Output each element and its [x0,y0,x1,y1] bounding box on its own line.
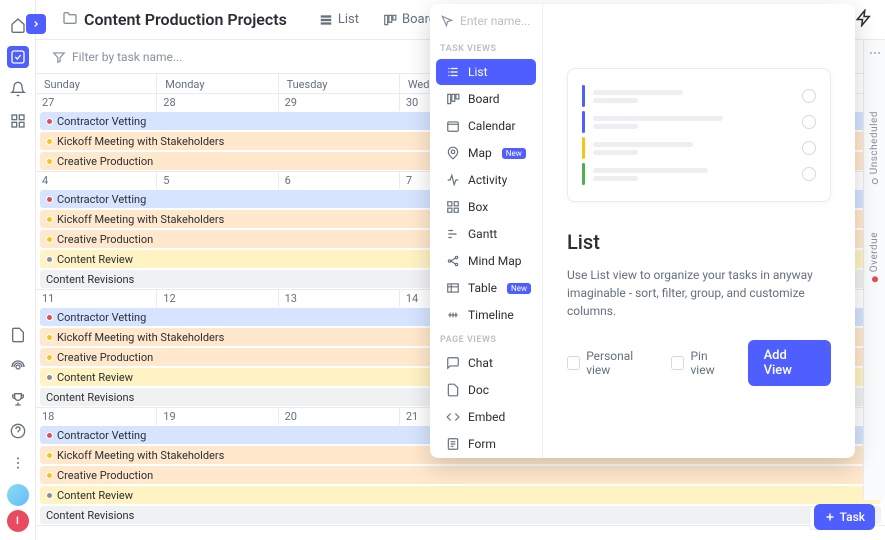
new-task-button[interactable]: Task [814,504,875,530]
view-detail-desc: Use List view to organize your tasks in … [567,266,831,320]
view-option-calendar[interactable]: Calendar [436,113,536,139]
status-dot [46,354,53,361]
status-dot [46,452,53,459]
view-option-mind-map[interactable]: Mind Map [436,248,536,274]
help-icon[interactable] [7,420,29,442]
view-option-timeline[interactable]: Timeline [436,302,536,328]
left-sidebar: I [0,0,36,540]
add-view-panel: TASK VIEWS ListBoardCalendarMapNewActivi… [430,4,855,458]
view-preview [567,68,831,202]
rail-overdue[interactable]: Overdue [869,232,880,282]
view-option-list[interactable]: List [436,59,536,85]
view-option-table[interactable]: TableNew [436,275,536,301]
calendar-task[interactable]: Content Review [40,486,881,504]
status-dot [46,216,53,223]
view-option-map[interactable]: MapNew [436,140,536,166]
status-dot [46,314,53,321]
day-header: Sunday [36,74,157,93]
date-cell[interactable]: 5 [157,172,278,189]
section-label: PAGE VIEWS [430,329,542,349]
status-dot [46,236,53,243]
add-view-button[interactable]: Add View [748,340,831,386]
view-option-box[interactable]: Box [436,194,536,220]
personal-view-checkbox[interactable]: Personal view [567,349,655,377]
filter-icon [52,50,66,64]
date-cell[interactable]: 6 [279,172,400,189]
date-cell[interactable]: 18 [36,408,157,425]
tab-list[interactable]: List [309,0,369,40]
date-cell[interactable]: 20 [279,408,400,425]
rail-unscheduled[interactable]: Unscheduled [869,111,880,184]
folder-icon [62,10,78,29]
status-dot [46,118,53,125]
avatar[interactable] [7,484,29,506]
apps-icon[interactable] [7,110,29,132]
date-cell[interactable]: 27 [36,94,157,111]
status-dot [46,334,53,341]
status-dot [46,138,53,145]
view-search-input[interactable] [460,14,530,28]
view-option-form[interactable]: Form [436,431,536,457]
filter-placeholder[interactable]: Filter by task name... [72,50,182,64]
view-option-doc[interactable]: Doc [436,377,536,403]
doc-icon[interactable] [7,324,29,346]
calendar-task[interactable]: Content Revisions [40,506,881,524]
pin-view-checkbox[interactable]: Pin view [671,349,731,377]
section-label: TASK VIEWS [430,38,542,58]
record-icon[interactable] [7,356,29,378]
sidebar-toggle[interactable] [26,14,46,34]
view-detail-title: List [567,230,831,254]
date-cell[interactable]: 19 [157,408,278,425]
status-dot [46,492,53,499]
bolt-icon[interactable] [855,9,873,30]
date-cell[interactable]: 13 [279,290,400,307]
view-option-gantt[interactable]: Gantt [436,221,536,247]
check-icon[interactable] [7,46,29,68]
date-cell[interactable]: 12 [157,290,278,307]
more-icon[interactable] [868,46,882,63]
date-cell[interactable]: 29 [279,94,400,111]
status-dot [46,196,53,203]
avatar-stack[interactable]: I [7,484,29,532]
status-dot [46,472,53,479]
bell-icon[interactable] [7,78,29,100]
page-title: Content Production Projects [84,10,287,29]
view-option-chat[interactable]: Chat [436,350,536,376]
status-dot [46,158,53,165]
cursor-icon [440,14,454,28]
view-option-activity[interactable]: Activity [436,167,536,193]
right-rail: Unscheduled Overdue [863,40,885,500]
date-cell[interactable]: 28 [157,94,278,111]
date-cell[interactable]: 4 [36,172,157,189]
status-dot [46,432,53,439]
date-cell[interactable]: 11 [36,290,157,307]
trophy-icon[interactable] [7,388,29,410]
calendar-task[interactable]: Creative Production [40,466,881,484]
more-icon[interactable] [7,452,29,474]
day-header: Monday [157,74,278,93]
avatar[interactable]: I [7,510,29,532]
day-header: Tuesday [279,74,400,93]
status-dot [46,256,53,263]
view-option-board[interactable]: Board [436,86,536,112]
view-option-embed[interactable]: Embed [436,404,536,430]
status-dot [46,374,53,381]
